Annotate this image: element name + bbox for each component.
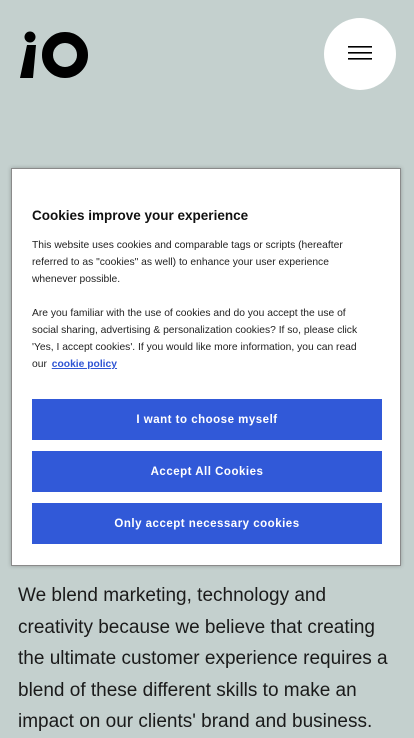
io-logo-icon[interactable] [19,31,89,79]
cookie-intro-text: This website uses cookies and comparable… [32,240,343,285]
hamburger-menu-button[interactable] [324,18,396,90]
cookie-policy-link[interactable]: cookie policy [52,359,117,370]
hamburger-menu-icon [348,46,372,60]
cookie-dialog-title: Cookies improve your experience [32,208,249,223]
cookie-consent-dialog: Cookies improve your experience This web… [11,168,401,566]
accept-necessary-cookies-button[interactable]: Only accept necessary cookies [32,503,382,544]
site-header [0,0,414,110]
intro-paragraph: We blend marketing, technology and creat… [18,585,388,732]
choose-myself-button[interactable]: I want to choose myself [32,399,382,440]
accept-all-cookies-button[interactable]: Accept All Cookies [32,451,382,492]
cookie-question-text: Are you familiar with the use of cookies… [32,305,372,373]
